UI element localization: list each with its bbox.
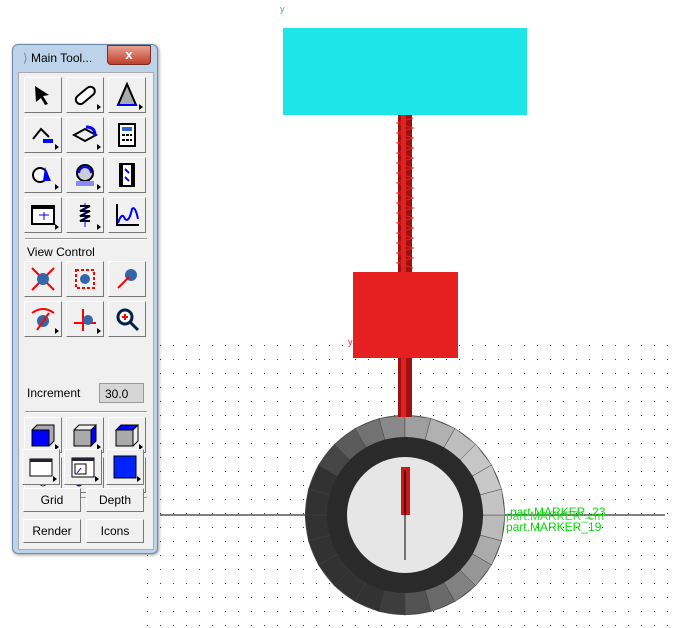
magnifier-icon (116, 308, 140, 332)
spring-icon (79, 203, 91, 227)
hinge-icon (71, 125, 99, 143)
arrow-pointer-icon (35, 86, 49, 105)
side-view-button[interactable] (66, 417, 104, 453)
calculator-button[interactable] (108, 117, 146, 153)
simulate-clock-icon (76, 164, 94, 186)
close-button[interactable]: x (107, 45, 151, 65)
front-view-button[interactable] (24, 417, 62, 453)
color-square-icon (113, 455, 137, 479)
rotate-icon (31, 308, 55, 331)
rigid-body-button[interactable] (66, 77, 104, 113)
wheel (304, 414, 506, 616)
select-tool-button[interactable] (24, 77, 62, 113)
plot-button[interactable] (108, 197, 146, 233)
top-block (283, 28, 527, 115)
force-button[interactable] (24, 157, 62, 193)
view-control-label: View Control (27, 245, 95, 259)
animation-button[interactable] (108, 157, 146, 193)
zoom-box-button[interactable] (66, 261, 104, 297)
translate-icon (74, 309, 96, 331)
render-button[interactable]: Render (23, 519, 81, 543)
background-color-button[interactable] (106, 449, 144, 485)
simulate-button[interactable] (66, 157, 104, 193)
spring-button[interactable] (66, 197, 104, 233)
window-triad-icon (71, 457, 95, 478)
postprocessor-button[interactable] (24, 197, 62, 233)
icons-button[interactable]: Icons (86, 519, 144, 543)
center-view-button[interactable] (108, 261, 146, 297)
force-icon (32, 167, 51, 183)
mass-block (353, 272, 458, 358)
mass-marker-triad: y (348, 337, 353, 347)
link-icon (74, 85, 96, 106)
calculator-icon (118, 123, 136, 147)
window-layout-button[interactable] (22, 449, 60, 485)
joint-arrow-icon (32, 127, 53, 143)
hinge-button[interactable] (66, 117, 104, 153)
window-diagram-icon (31, 205, 55, 225)
cube-side-icon (73, 423, 97, 448)
fit-view-button[interactable] (24, 261, 62, 297)
cube-top-icon (114, 424, 140, 447)
expand-arrows-icon (31, 267, 55, 291)
window-icon (29, 458, 53, 477)
view-layout-button[interactable] (64, 449, 102, 485)
window-title: ⟩ Main Tool... (23, 51, 93, 65)
zoom-button[interactable] (108, 301, 146, 337)
marker-label-19[interactable]: part.MARKER_19 (506, 520, 601, 534)
cube-front-icon (31, 424, 55, 447)
top-view-button[interactable] (108, 417, 146, 453)
film-strip-icon (119, 163, 135, 187)
top-marker-triad: y (280, 4, 285, 14)
center-arrow-icon (117, 269, 137, 289)
rotate-view-button[interactable] (24, 301, 62, 337)
increment-label: Increment (27, 386, 81, 400)
compass-icon (116, 81, 138, 106)
translate-view-button[interactable] (66, 301, 104, 337)
grid-button[interactable]: Grid (23, 488, 81, 512)
depth-button[interactable]: Depth (86, 488, 144, 512)
measure-button[interactable] (108, 77, 146, 113)
zoom-box-icon (75, 269, 95, 289)
increment-input[interactable]: 30.0 (99, 383, 144, 403)
joint-button[interactable] (24, 117, 62, 153)
line-plot-icon (116, 204, 139, 226)
